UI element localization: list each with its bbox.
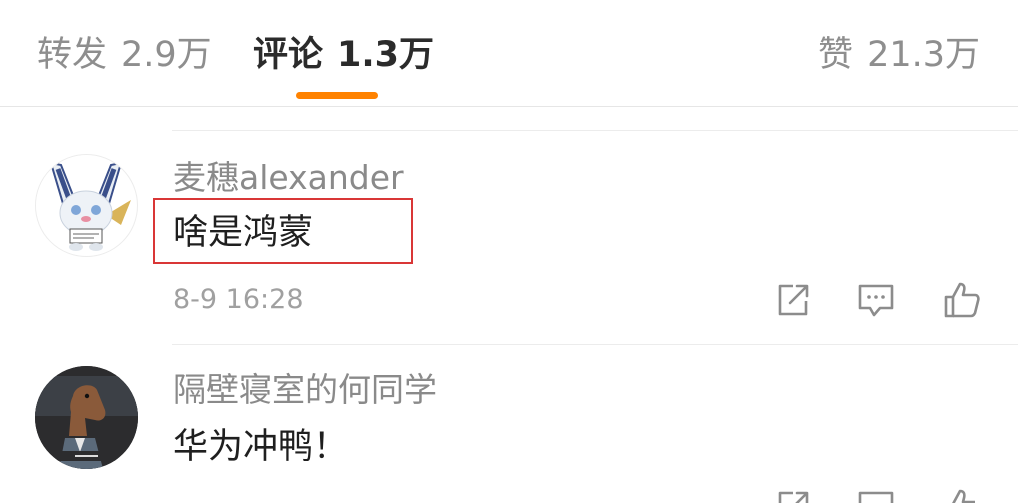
tab-comment-count: 1.3万 — [337, 35, 435, 75]
share-square-arrow-icon — [778, 491, 809, 503]
tab-comment-label: 评论 — [253, 35, 324, 75]
comment-username[interactable]: 隔壁寝室的何同学 — [173, 370, 437, 410]
tab-comment[interactable]: 评论 1.3万 — [253, 30, 434, 80]
tab-repost[interactable]: 转发 2.9万 — [37, 30, 212, 80]
tab-repost-label: 转发 — [37, 35, 108, 75]
share-square-arrow-icon — [778, 284, 809, 316]
reply-button[interactable] — [856, 487, 896, 503]
tab-repost-count: 2.9万 — [121, 35, 212, 75]
like-button[interactable] — [942, 280, 982, 320]
avatar[interactable] — [35, 366, 138, 469]
share-button[interactable] — [773, 280, 813, 320]
thumbs-up-icon — [944, 282, 980, 318]
tab-like-count: 21.3万 — [867, 35, 980, 75]
weibo-comment-page: 转发 2.9万 评论 1.3万 赞 21.3万 麦穗alexander 啥是鸿蒙… — [0, 0, 1018, 503]
comment-username[interactable]: 麦穗alexander — [173, 158, 404, 198]
tab-like-label: 赞 — [818, 35, 854, 75]
horse-avatar-icon — [35, 366, 138, 469]
comment-item: 隔壁寝室的何同学 华为冲鸭！ — [0, 345, 1018, 503]
avatar[interactable] — [35, 154, 138, 257]
like-button[interactable] — [942, 487, 982, 503]
comment-item: 麦穗alexander 啥是鸿蒙 8-9 16:28 — [0, 150, 1018, 345]
comment-bubble-icon — [858, 491, 894, 503]
reply-button[interactable] — [856, 280, 896, 320]
share-button[interactable] — [773, 487, 813, 503]
tab-bar-divider — [0, 106, 1018, 107]
comment-bubble-icon — [858, 284, 894, 317]
thumbs-up-icon — [952, 489, 975, 503]
tab-bar: 转发 2.9万 评论 1.3万 赞 21.3万 — [0, 0, 1018, 106]
comment-timestamp: 8-9 16:28 — [173, 284, 304, 315]
comment-content: 啥是鸿蒙 — [173, 213, 314, 253]
rabbit-avatar-icon — [36, 155, 136, 255]
tab-like[interactable]: 赞 21.3万 — [818, 30, 980, 80]
active-tab-indicator — [296, 92, 378, 99]
comment-content: 华为冲鸭！ — [173, 427, 349, 467]
list-divider — [172, 130, 1018, 131]
